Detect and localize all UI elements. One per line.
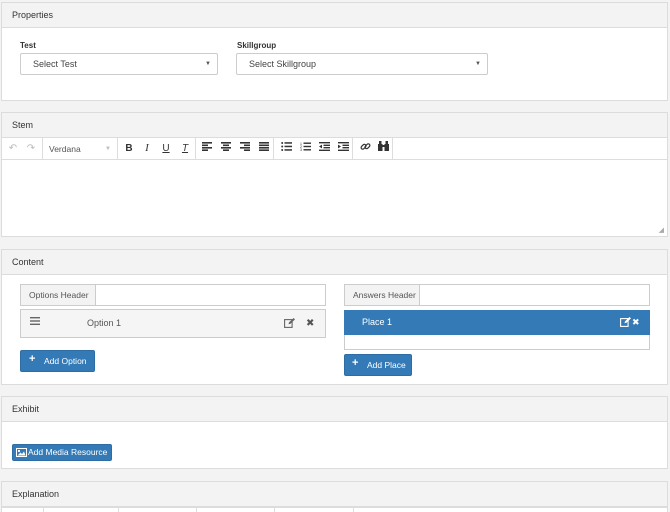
options-header-input[interactable]: [96, 285, 325, 305]
stem-title: Stem: [2, 113, 667, 138]
place-dropzone[interactable]: [344, 335, 650, 350]
find-icon[interactable]: [376, 141, 390, 156]
properties-title: Properties: [2, 3, 667, 28]
caret-down-icon: ▼: [475, 61, 481, 67]
test-label: Test: [20, 41, 36, 50]
indent-icon[interactable]: [336, 141, 350, 156]
insert-group: [353, 138, 393, 160]
add-place-button[interactable]: + Add Place: [344, 354, 412, 376]
add-option-button[interactable]: + Add Option: [20, 350, 95, 372]
content-panel: Content Options Header Option 1 ✖ + Add …: [1, 249, 668, 385]
skillgroup-select[interactable]: Select Skillgroup ▼: [236, 53, 488, 75]
list-group: 123: [274, 138, 353, 160]
drag-handle-icon[interactable]: [30, 317, 40, 327]
options-header-label: Options Header: [21, 285, 96, 305]
underline-icon[interactable]: U: [159, 141, 173, 156]
properties-panel: Properties Test Select Test ▼ Skillgroup…: [1, 2, 668, 101]
edit-icon[interactable]: [284, 318, 295, 330]
answers-header-label: Answers Header: [345, 285, 420, 305]
option-row: Option 1 ✖: [20, 309, 326, 338]
answers-header-input[interactable]: [420, 285, 649, 305]
format-group: B I U T: [118, 138, 196, 160]
history-group: ↶ ↷: [2, 138, 43, 160]
link-icon[interactable]: [358, 141, 372, 156]
skillgroup-label: Skillgroup: [237, 41, 277, 50]
place-row[interactable]: Place 1 ✖: [344, 310, 650, 335]
skillgroup-select-value: Select Skillgroup: [249, 59, 317, 69]
exhibit-title: Exhibit: [2, 397, 667, 422]
caret-down-icon: ▼: [105, 146, 111, 152]
resize-grip-icon[interactable]: ◢: [659, 226, 664, 234]
option-label: Option 1: [87, 318, 122, 328]
italic-icon[interactable]: I: [140, 141, 154, 156]
place-label: Place 1: [362, 317, 393, 327]
bold-icon[interactable]: B: [122, 141, 136, 156]
font-family-value: Verdana: [49, 144, 81, 154]
bullet-list-icon[interactable]: [279, 141, 293, 156]
add-place-label: Add Place: [367, 360, 406, 370]
undo-icon[interactable]: ↶: [6, 141, 20, 156]
editor-toolbar: ↶ ↷ Verdana ▼ B I U T 1 2 3: [2, 138, 667, 160]
add-option-label: Add Option: [44, 356, 87, 366]
edit-icon[interactable]: [620, 317, 631, 329]
font-family-select[interactable]: Verdana ▼: [43, 138, 118, 160]
test-select[interactable]: Select Test ▼: [20, 53, 218, 75]
image-icon: [16, 448, 27, 459]
options-header-group: Options Header: [20, 284, 326, 306]
stem-editor[interactable]: ◢: [2, 160, 667, 236]
explanation-panel: Explanation: [1, 481, 668, 512]
outdent-icon[interactable]: [317, 141, 331, 156]
delete-icon[interactable]: ✖: [632, 310, 640, 335]
align-center-icon[interactable]: [219, 141, 233, 156]
plus-icon: +: [29, 353, 36, 365]
clear-format-icon[interactable]: T: [178, 141, 192, 156]
align-right-icon[interactable]: [238, 141, 252, 156]
numbered-list-icon[interactable]: 123: [298, 141, 312, 156]
exhibit-panel: Exhibit Add Media Resource: [1, 396, 668, 469]
add-media-resource-button[interactable]: Add Media Resource: [12, 444, 112, 461]
redo-icon[interactable]: ↷: [24, 141, 38, 156]
plus-icon: +: [352, 357, 359, 369]
explanation-title: Explanation: [2, 482, 667, 507]
align-group: [196, 138, 274, 160]
stem-panel: Stem ↶ ↷ Verdana ▼ B I U T 1 2 3 ◢: [1, 112, 668, 237]
delete-icon[interactable]: ✖: [306, 310, 314, 337]
explanation-toolbar: [2, 507, 667, 512]
align-left-icon[interactable]: [200, 141, 214, 156]
add-media-label: Add Media Resource: [28, 447, 108, 457]
caret-down-icon: ▼: [205, 61, 211, 67]
content-title: Content: [2, 250, 667, 275]
answers-header-group: Answers Header: [344, 284, 650, 306]
svg-text:3: 3: [300, 148, 302, 151]
align-justify-icon[interactable]: [257, 141, 271, 156]
test-select-value: Select Test: [33, 59, 77, 69]
